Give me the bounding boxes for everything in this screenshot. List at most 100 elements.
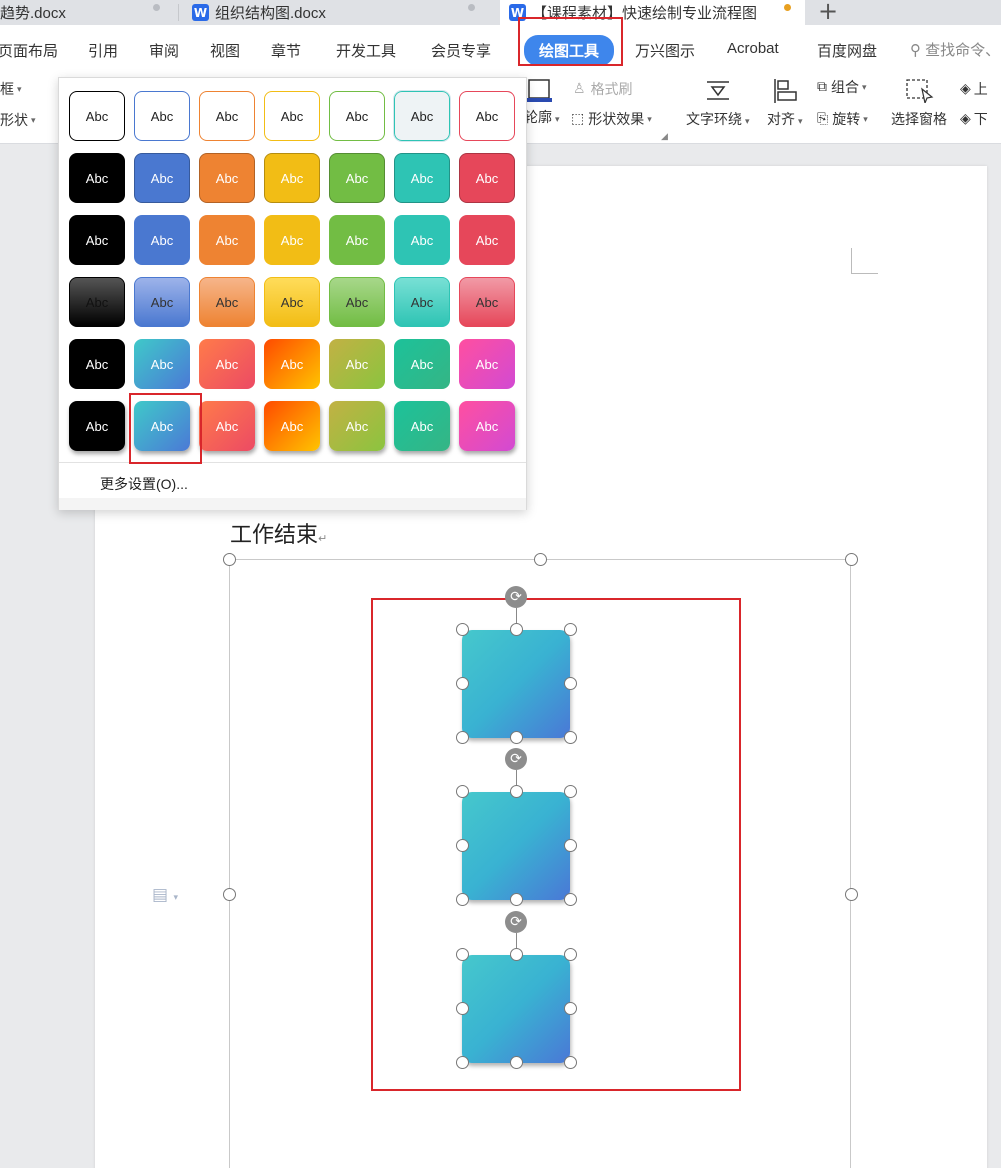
style-swatch-teal-3[interactable]: Abc: [394, 215, 450, 265]
menu-wondershare-diagram[interactable]: 万兴图示: [635, 40, 695, 61]
shape-handle[interactable]: [456, 1056, 469, 1069]
style-swatch-orange-4[interactable]: Abc: [199, 277, 255, 327]
ribbon-textbox-button[interactable]: 框 ▾: [0, 79, 22, 99]
style-swatch-yellow-3[interactable]: Abc: [264, 215, 320, 265]
style-swatch-blue-5[interactable]: Abc: [134, 339, 190, 389]
style-swatch-orange-6[interactable]: Abc: [199, 401, 255, 451]
rotate-handle-icon[interactable]: ⟳: [505, 586, 527, 608]
menu-references[interactable]: 引用: [88, 40, 118, 61]
shape-handle[interactable]: [456, 623, 469, 636]
style-swatch-green-1[interactable]: Abc: [329, 91, 385, 141]
style-swatch-black-5[interactable]: Abc: [69, 339, 125, 389]
shape-handle[interactable]: [456, 893, 469, 906]
canvas-handle-tl[interactable]: [223, 553, 236, 566]
flow-shape-3[interactable]: [462, 955, 570, 1063]
style-swatch-blue-2[interactable]: Abc: [134, 153, 190, 203]
format-painter-button[interactable]: ♙ 格式刷: [573, 79, 633, 99]
style-swatch-black-2[interactable]: Abc: [69, 153, 125, 203]
new-tab-plus-icon[interactable]: +: [818, 0, 838, 25]
menu-page-layout[interactable]: 页面布局: [0, 40, 58, 61]
shape-handle[interactable]: [564, 731, 577, 744]
outline-button[interactable]: 轮廓 ▾: [524, 77, 560, 127]
shape-handle[interactable]: [510, 1056, 523, 1069]
menu-member[interactable]: 会员专享: [431, 40, 491, 61]
shape-handle[interactable]: [510, 623, 523, 636]
shape-handle[interactable]: [456, 785, 469, 798]
command-search[interactable]: ⚲ 查找命令、: [910, 39, 1000, 60]
canvas-handle-ml[interactable]: [223, 888, 236, 901]
canvas-handle-tr[interactable]: [845, 553, 858, 566]
paragraph-layout-icon[interactable]: ▤ ▾: [152, 885, 178, 905]
more-settings-menu-item[interactable]: 更多设置(O)...: [100, 474, 188, 494]
style-swatch-teal-6[interactable]: Abc: [394, 401, 450, 451]
shape-handle[interactable]: [456, 839, 469, 852]
style-swatch-orange-2[interactable]: Abc: [199, 153, 255, 203]
group-expand-icon[interactable]: ◢: [661, 131, 668, 142]
tab-org-chart-doc[interactable]: W 组织结构图.docx: [192, 0, 492, 25]
style-swatch-black-6[interactable]: Abc: [69, 401, 125, 451]
style-swatch-yellow-1[interactable]: Abc: [264, 91, 320, 141]
style-swatch-teal-1[interactable]: Abc: [393, 90, 451, 142]
canvas-handle-tm[interactable]: [534, 553, 547, 566]
shape-handle[interactable]: [564, 623, 577, 636]
close-dot-icon[interactable]: [153, 4, 160, 11]
group-button[interactable]: ⧉ 组合 ▾: [817, 77, 867, 97]
bring-forward-button[interactable]: ◈ 上: [960, 79, 988, 99]
flow-shape-1[interactable]: [462, 630, 570, 738]
align-button[interactable]: 对齐 ▾: [767, 77, 803, 129]
style-swatch-red-1[interactable]: Abc: [459, 91, 515, 141]
style-swatch-black-3[interactable]: Abc: [69, 215, 125, 265]
shape-handle[interactable]: [564, 1056, 577, 1069]
shape-handle[interactable]: [510, 893, 523, 906]
shape-handle[interactable]: [510, 785, 523, 798]
style-swatch-teal-5[interactable]: Abc: [394, 339, 450, 389]
rotate-button[interactable]: ⎘ 旋转 ▾: [817, 109, 868, 129]
shape-handle[interactable]: [510, 948, 523, 961]
shape-handle[interactable]: [456, 1002, 469, 1015]
style-swatch-blue-4[interactable]: Abc: [134, 277, 190, 327]
style-swatch-red-6[interactable]: Abc: [459, 401, 515, 451]
shape-effects-button[interactable]: ⬚ 形状效果 ▾: [571, 109, 652, 129]
style-swatch-black-4[interactable]: Abc: [69, 277, 125, 327]
document-heading[interactable]: 工作结束↵: [230, 517, 327, 549]
rotate-handle-icon[interactable]: ⟳: [505, 911, 527, 933]
style-swatch-red-5[interactable]: Abc: [459, 339, 515, 389]
menu-chapter[interactable]: 章节: [271, 40, 301, 61]
menu-view[interactable]: 视图: [210, 40, 240, 61]
style-swatch-green-6[interactable]: Abc: [329, 401, 385, 451]
shape-handle[interactable]: [564, 839, 577, 852]
shape-handle[interactable]: [564, 785, 577, 798]
style-swatch-red-3[interactable]: Abc: [459, 215, 515, 265]
ribbon-shapes-button[interactable]: 形状 ▾: [0, 110, 36, 130]
style-swatch-yellow-5[interactable]: Abc: [264, 339, 320, 389]
shape-handle[interactable]: [564, 893, 577, 906]
flow-shape-2[interactable]: [462, 792, 570, 900]
shape-handle[interactable]: [564, 677, 577, 690]
canvas-handle-mr[interactable]: [845, 888, 858, 901]
menu-baidu-netdisk[interactable]: 百度网盘: [817, 40, 877, 61]
text-wrap-button[interactable]: 文字环绕 ▾: [686, 77, 750, 129]
style-swatch-blue-1[interactable]: Abc: [134, 91, 190, 141]
shape-handle[interactable]: [510, 731, 523, 744]
style-swatch-red-2[interactable]: Abc: [459, 153, 515, 203]
shape-handle[interactable]: [564, 948, 577, 961]
shape-handle[interactable]: [564, 1002, 577, 1015]
style-swatch-green-3[interactable]: Abc: [329, 215, 385, 265]
style-swatch-orange-1[interactable]: Abc: [199, 91, 255, 141]
style-swatch-red-4[interactable]: Abc: [459, 277, 515, 327]
shape-handle[interactable]: [456, 948, 469, 961]
shape-handle[interactable]: [456, 731, 469, 744]
style-swatch-orange-3[interactable]: Abc: [199, 215, 255, 265]
tab-trend-doc[interactable]: 趋势.docx: [0, 0, 178, 25]
menu-acrobat[interactable]: Acrobat: [727, 40, 779, 57]
style-swatch-orange-5[interactable]: Abc: [199, 339, 255, 389]
style-swatch-yellow-4[interactable]: Abc: [264, 277, 320, 327]
unsaved-dot-icon[interactable]: [784, 4, 791, 11]
style-swatch-green-4[interactable]: Abc: [329, 277, 385, 327]
menu-developer-tools[interactable]: 开发工具: [336, 40, 396, 61]
menu-review[interactable]: 审阅: [149, 40, 179, 61]
rotate-handle-icon[interactable]: ⟳: [505, 748, 527, 770]
style-swatch-blue-3[interactable]: Abc: [134, 215, 190, 265]
style-swatch-green-5[interactable]: Abc: [329, 339, 385, 389]
style-swatch-teal-4[interactable]: Abc: [394, 277, 450, 327]
